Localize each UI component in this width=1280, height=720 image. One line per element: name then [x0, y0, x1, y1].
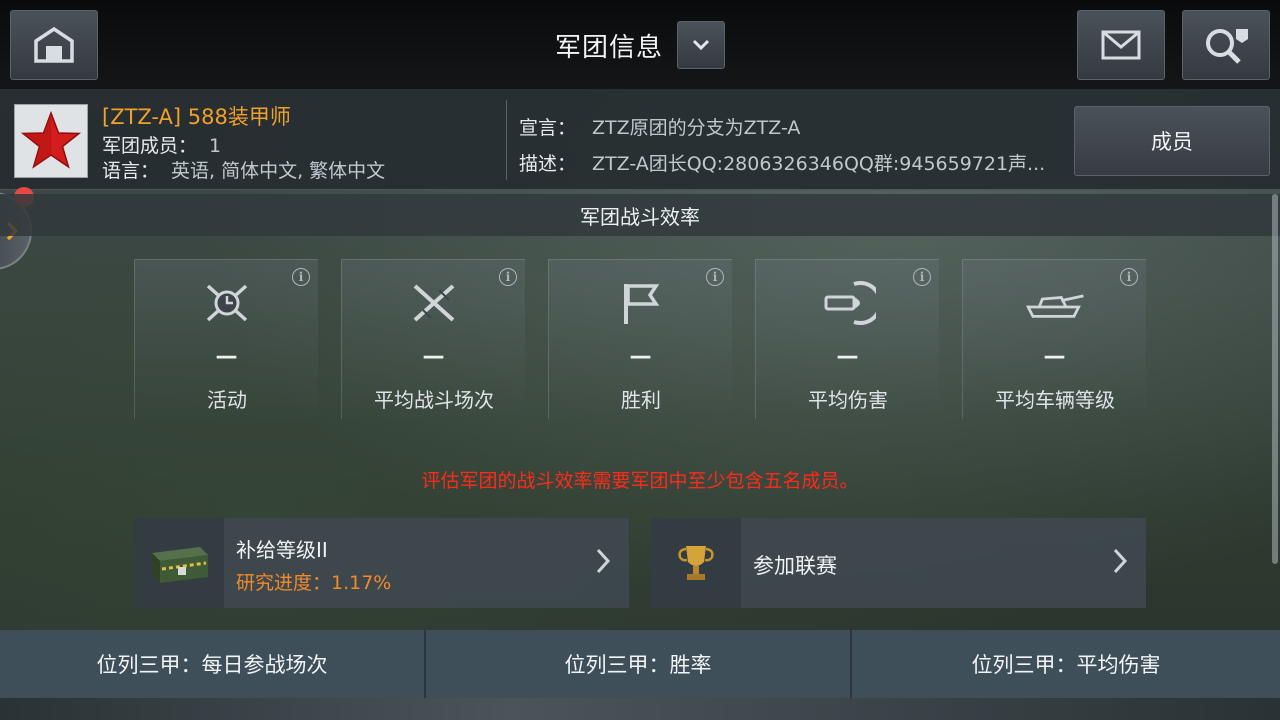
stat-value: — [215, 344, 238, 369]
tab-top3-avg-damage[interactable]: 位列三甲：平均伤害 [852, 630, 1280, 698]
stat-label: 平均伤害 [808, 388, 888, 412]
supply-title: 补给等级II [236, 538, 328, 562]
info-icon[interactable]: i [1120, 268, 1138, 286]
leaderboard-tabs: 位列三甲：每日参战场次 位列三甲：胜率 位列三甲：平均伤害 [0, 630, 1280, 700]
stat-card-activity[interactable]: i — 活动 [134, 259, 318, 419]
stat-value: — [629, 344, 652, 369]
members-value: 1 [209, 135, 222, 157]
tab-top3-win-rate[interactable]: 位列三甲：胜率 [426, 630, 852, 698]
motto-value: ZTZ原团的分支为ZTZ-A [592, 117, 801, 139]
clan-name: [ZTZ-A] 588装甲师 [102, 105, 291, 129]
leaderboard-content-edge [0, 698, 1280, 720]
stat-card-avg-damage[interactable]: i — 平均伤害 [755, 259, 939, 419]
chevron-right-icon [596, 548, 611, 574]
info-icon[interactable]: i [706, 268, 724, 286]
page-title: 军团信息 [554, 32, 663, 63]
stat-value: — [1043, 344, 1066, 369]
mail-button[interactable] [1077, 10, 1165, 80]
efficiency-warning: 评估军团的战斗效率需要军团中至少包含五名成员。 [421, 470, 859, 492]
trophy-icon [678, 546, 714, 580]
stat-label: 活动 [207, 388, 247, 412]
info-icon[interactable]: i [913, 268, 931, 286]
header-divider [506, 100, 507, 180]
victory-flag-icon [611, 278, 671, 328]
search-clan-icon [1206, 29, 1248, 64]
mail-icon [1101, 30, 1141, 60]
clan-emblem [14, 104, 88, 178]
description-label: 描述： [519, 153, 577, 175]
research-progress: 研究进度：1.17% [236, 572, 392, 594]
damage-shell-icon [818, 278, 878, 328]
stat-label: 平均战斗场次 [374, 388, 494, 412]
members-button[interactable]: 成员 [1074, 106, 1270, 176]
title-dropdown-button[interactable] [677, 21, 725, 69]
stat-value: — [836, 344, 859, 369]
supply-crate-icon [152, 547, 208, 583]
supply-level-panel[interactable]: 补给等级II 研究进度：1.17% [134, 518, 629, 608]
info-icon[interactable]: i [499, 268, 517, 286]
clan-language-row: 语言： 英语, 简体中文, 繁体中文 [102, 156, 385, 183]
supply-crate-thumbnail [134, 518, 224, 608]
league-title: 参加联赛 [753, 554, 837, 578]
clan-members-row: 军团成员： 1 [102, 131, 221, 158]
trophy-thumbnail [651, 518, 741, 608]
description-value: ZTZ-A团长QQ:2806326346QQ群:945659721声... [592, 153, 1046, 175]
activity-icon [197, 278, 257, 328]
efficiency-section-title: 军团战斗效率 [0, 194, 1280, 236]
stat-label: 胜利 [621, 388, 661, 412]
info-icon[interactable]: i [292, 268, 310, 286]
stat-card-avg-battles[interactable]: i — 平均战斗场次 [341, 259, 525, 419]
stat-label: 平均车辆等级 [995, 388, 1115, 412]
tab-top3-daily-battles[interactable]: 位列三甲：每日参战场次 [0, 630, 426, 698]
red-star-icon [20, 110, 82, 169]
scrollbar[interactable] [1272, 194, 1278, 564]
search-clan-button[interactable] [1182, 10, 1270, 80]
tank-tier-icon [1025, 278, 1085, 328]
clan-description-row: 描述： ZTZ-A团长QQ:2806326346QQ群:945659721声... [519, 149, 1064, 176]
language-value: 英语, 简体中文, 繁体中文 [171, 160, 386, 182]
motto-label: 宣言： [519, 117, 577, 139]
join-league-panel[interactable]: 参加联赛 [651, 518, 1146, 608]
stat-card-avg-tier[interactable]: i — 平均车辆等级 [962, 259, 1146, 419]
language-label: 语言： [102, 160, 160, 182]
members-label: 军团成员： [102, 135, 198, 157]
stat-card-victories[interactable]: i — 胜利 [548, 259, 732, 419]
chevron-down-icon [692, 39, 710, 51]
battles-icon [404, 278, 464, 328]
stat-value: — [422, 344, 445, 369]
clan-motto-row: 宣言： ZTZ原团的分支为ZTZ-A [519, 113, 800, 140]
chevron-right-icon [1113, 548, 1128, 574]
